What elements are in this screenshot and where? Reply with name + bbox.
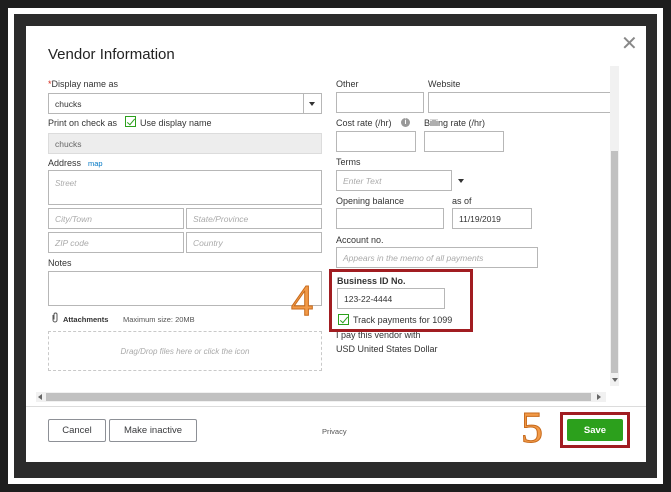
notes-label: Notes	[48, 258, 72, 268]
cancel-button[interactable]: Cancel	[48, 419, 106, 442]
billing-rate-field[interactable]	[424, 131, 504, 152]
scroll-right-icon[interactable]	[597, 394, 601, 400]
map-link[interactable]: map	[88, 159, 103, 168]
terms-select[interactable]: Enter Text	[336, 170, 452, 191]
use-display-name-label: Use display name	[140, 118, 212, 128]
cost-rate-field[interactable]	[336, 131, 416, 152]
country-field[interactable]: Country	[186, 232, 322, 253]
street-field[interactable]: Street	[48, 170, 322, 205]
vertical-scrollbar-thumb[interactable]	[611, 151, 618, 373]
opening-balance-field[interactable]	[336, 208, 444, 229]
opening-balance-label: Opening balance	[336, 196, 405, 206]
currency-value: USD United States Dollar	[336, 344, 438, 354]
account-no-field[interactable]: Appears in the memo of all payments	[336, 247, 538, 268]
state-field[interactable]: State/Province	[186, 208, 322, 229]
use-display-name-checkbox[interactable]	[125, 116, 136, 127]
website-field[interactable]	[428, 92, 618, 113]
attachment-dropzone[interactable]: Drag/Drop files here or click the icon	[48, 331, 322, 371]
chevron-down-icon[interactable]	[309, 102, 315, 106]
billing-rate-label: Billing rate (/hr)	[424, 118, 486, 128]
footer-divider	[26, 406, 646, 407]
max-size-label: Maximum size: 20MB	[123, 315, 195, 324]
paperclip-icon[interactable]	[51, 312, 59, 323]
make-inactive-button[interactable]: Make inactive	[109, 419, 197, 442]
cost-rate-label: Cost rate (/hr)	[336, 118, 392, 128]
as-of-date-field[interactable]: 11/19/2019	[452, 208, 532, 229]
zip-field[interactable]: ZIP code	[48, 232, 184, 253]
display-name-label: *Display name as	[48, 79, 119, 89]
annotation-step-4: 4	[291, 276, 314, 325]
print-on-check-field: chucks	[48, 133, 322, 154]
select-divider	[303, 93, 304, 114]
horizontal-scrollbar-thumb[interactable]	[46, 393, 591, 401]
business-id-highlight	[329, 269, 473, 332]
annotation-step-5: 5	[521, 403, 544, 452]
other-label: Other	[336, 79, 359, 89]
chevron-down-icon[interactable]	[458, 179, 464, 183]
display-name-select[interactable]: chucks	[48, 93, 322, 114]
address-label: Address	[48, 158, 82, 168]
other-field[interactable]	[336, 92, 424, 113]
info-icon[interactable]: i	[401, 118, 410, 127]
vendor-information-dialog: Vendor Information ✕ *Display name as ch…	[26, 26, 646, 462]
save-button[interactable]: Save	[567, 419, 623, 441]
notes-field[interactable]	[48, 271, 322, 306]
close-icon[interactable]: ✕	[621, 34, 638, 54]
attachments-label: Attachments	[63, 315, 109, 324]
print-on-check-label: Print on check as	[48, 118, 118, 128]
as-of-label: as of	[452, 196, 472, 206]
account-no-label: Account no.	[336, 235, 384, 245]
website-label: Website	[428, 79, 461, 89]
terms-label: Terms	[336, 157, 361, 167]
privacy-link[interactable]: Privacy	[322, 427, 347, 436]
dialog-title: Vendor Information	[48, 46, 175, 63]
city-field[interactable]: City/Town	[48, 208, 184, 229]
scroll-down-icon[interactable]	[612, 378, 618, 382]
scroll-left-icon[interactable]	[38, 394, 42, 400]
